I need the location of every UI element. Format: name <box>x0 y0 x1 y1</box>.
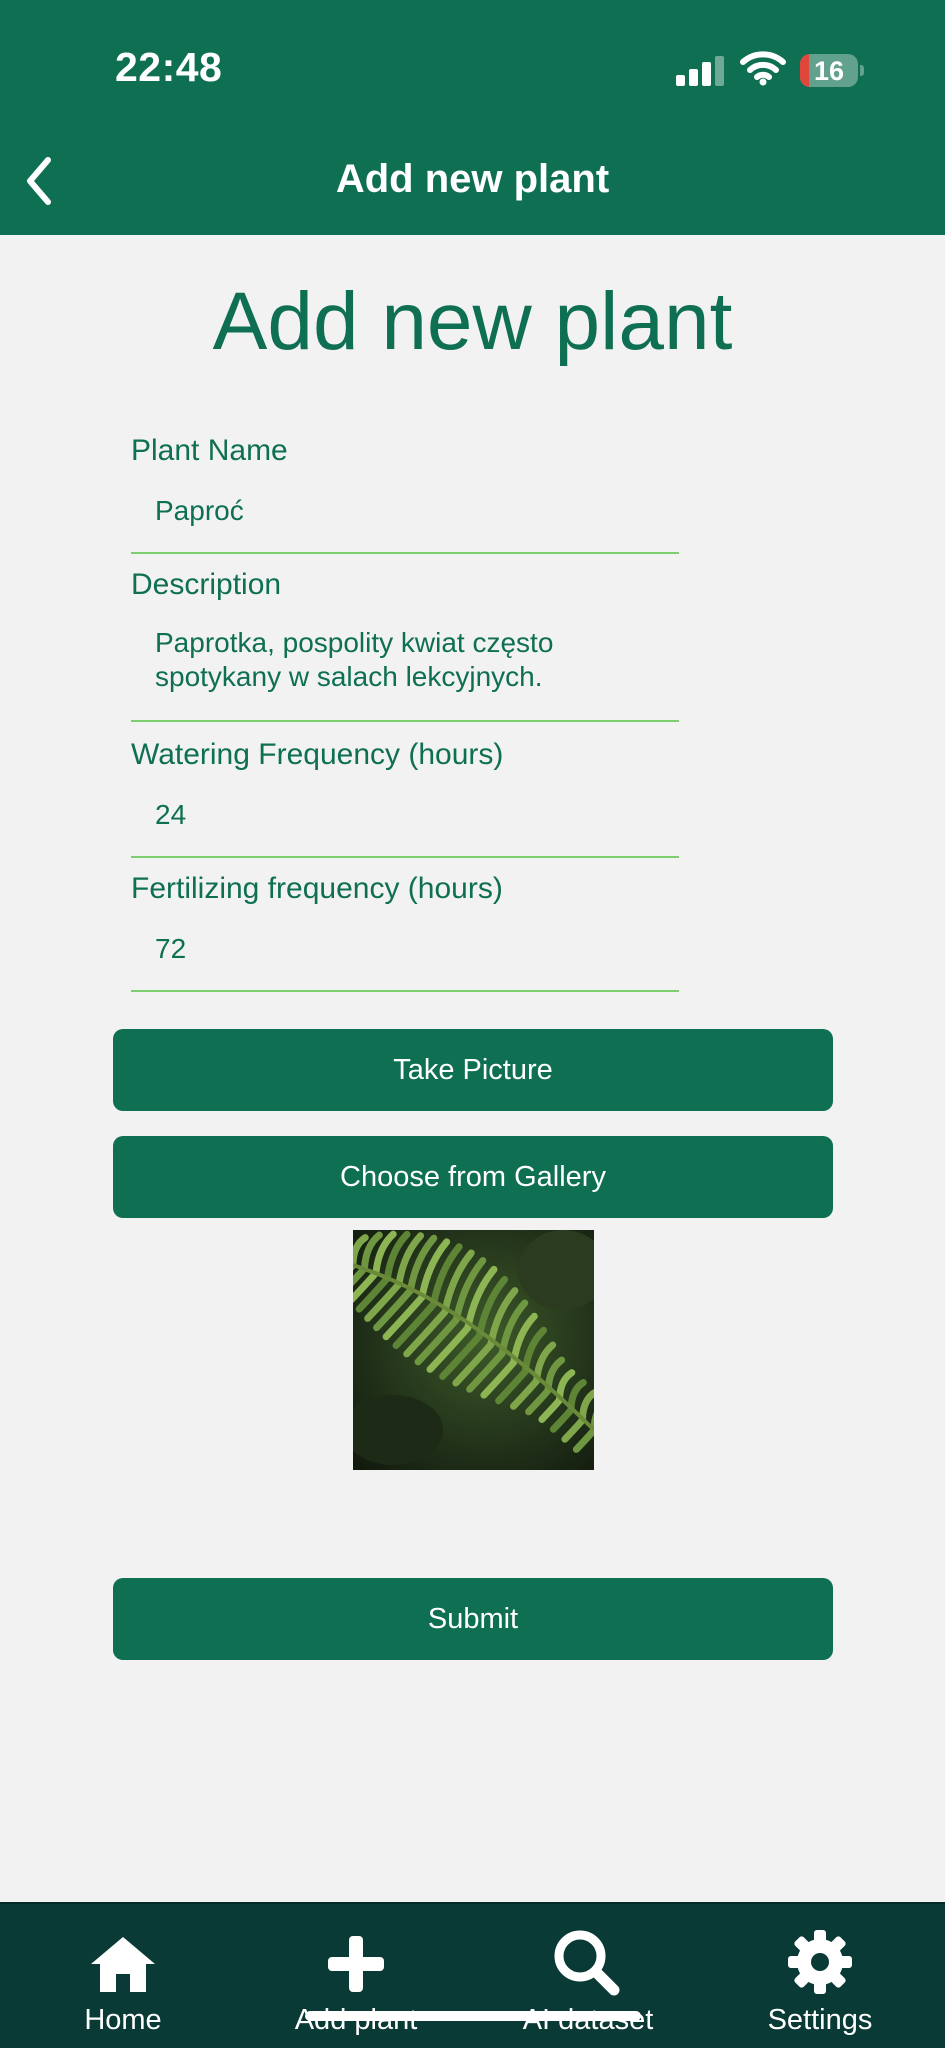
fern-photo <box>353 1230 594 1470</box>
fertilizing-frequency-field[interactable]: Fertilizing frequency (hours) 72 <box>131 868 679 992</box>
wifi-icon <box>740 51 786 86</box>
description-label: Description <box>131 568 282 601</box>
fertilizing-frequency-label: Fertilizing frequency (hours) <box>131 872 503 905</box>
tab-settings[interactable]: Settings <box>702 1904 938 2048</box>
description-field[interactable]: Description Paprotka, pospolity kwiat cz… <box>131 564 679 722</box>
home-indicator <box>305 2011 641 2021</box>
plant-name-field[interactable]: Plant Name Paproć <box>131 430 679 554</box>
submit-button[interactable]: Submit <box>113 1578 833 1660</box>
cellular-signal-icon <box>676 56 724 86</box>
watering-frequency-input[interactable]: 24 <box>155 798 186 832</box>
plant-name-input[interactable]: Paproć <box>155 494 244 528</box>
tab-ai-dataset[interactable]: AI dataset <box>470 1904 706 2048</box>
tab-home-label: Home <box>84 2004 162 2036</box>
search-icon <box>554 1930 620 1996</box>
top-bar: 22:48 16 Add new plant <box>0 0 945 235</box>
fertilizing-frequency-input[interactable]: 72 <box>155 932 186 966</box>
plus-icon <box>328 1936 384 1992</box>
tab-home[interactable]: Home <box>5 1904 241 2048</box>
home-icon <box>91 1937 155 1992</box>
description-input[interactable]: Paprotka, pospolity kwiat często spotyka… <box>155 626 553 694</box>
watering-frequency-field[interactable]: Watering Frequency (hours) 24 <box>131 732 679 858</box>
battery-level: 16 <box>813 56 845 86</box>
battery-icon: 16 <box>800 54 864 87</box>
choose-from-gallery-button[interactable]: Choose from Gallery <box>113 1136 833 1218</box>
nav-title: Add new plant <box>335 157 610 201</box>
tab-settings-label: Settings <box>767 2004 873 2036</box>
gear-icon <box>788 1930 852 1994</box>
plant-name-label: Plant Name <box>131 434 288 467</box>
tab-bar: Home Add plant AI dataset Settings <box>0 1902 945 2048</box>
take-picture-button[interactable]: Take Picture <box>113 1029 833 1111</box>
watering-frequency-label: Watering Frequency (hours) <box>131 738 504 771</box>
page-title: Add new plant <box>212 276 733 367</box>
tab-add-plant[interactable]: Add plant <box>238 1904 474 2048</box>
status-time: 22:48 <box>115 44 223 90</box>
